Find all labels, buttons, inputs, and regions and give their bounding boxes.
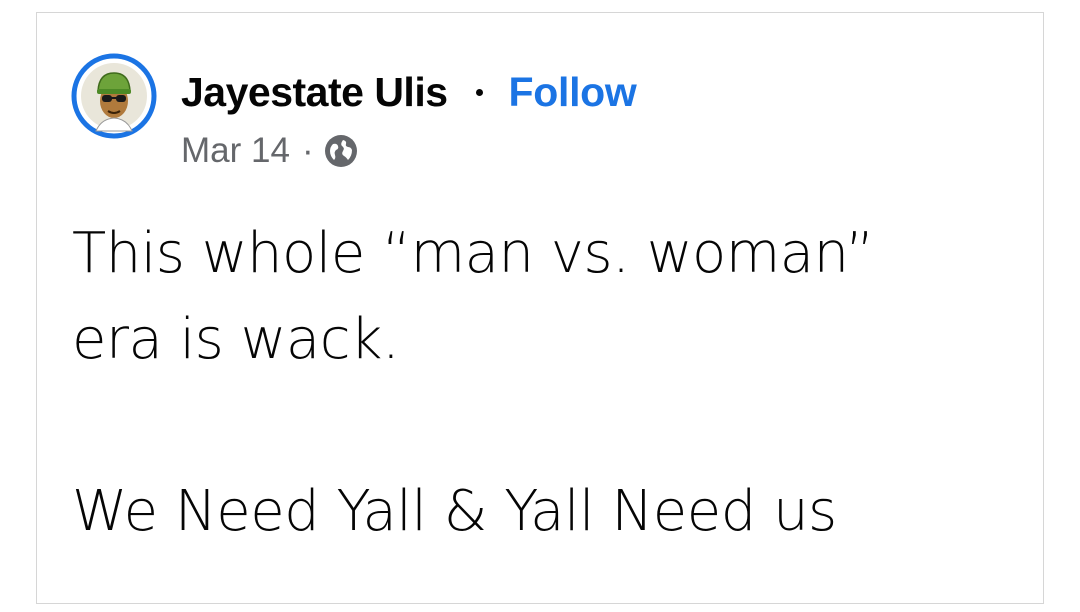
post-card: Jayestate Ulis Follow Mar 14 · This whol…: [36, 12, 1044, 604]
follow-button[interactable]: Follow: [509, 69, 637, 116]
meta-separator: ·: [301, 131, 314, 170]
author-avatar[interactable]: [71, 53, 157, 139]
separator-dot: [475, 88, 483, 96]
post-body-text: This whole “man vs. woman” era is wack. …: [72, 221, 875, 544]
cartoon-avatar-icon: [71, 53, 157, 139]
post-meta-row: Mar 14 ·: [181, 125, 358, 177]
post-date[interactable]: Mar 14: [181, 131, 290, 171]
globe-icon[interactable]: [324, 134, 358, 168]
post-header-row: Jayestate Ulis Follow: [181, 63, 637, 121]
author-name[interactable]: Jayestate Ulis: [181, 69, 448, 116]
